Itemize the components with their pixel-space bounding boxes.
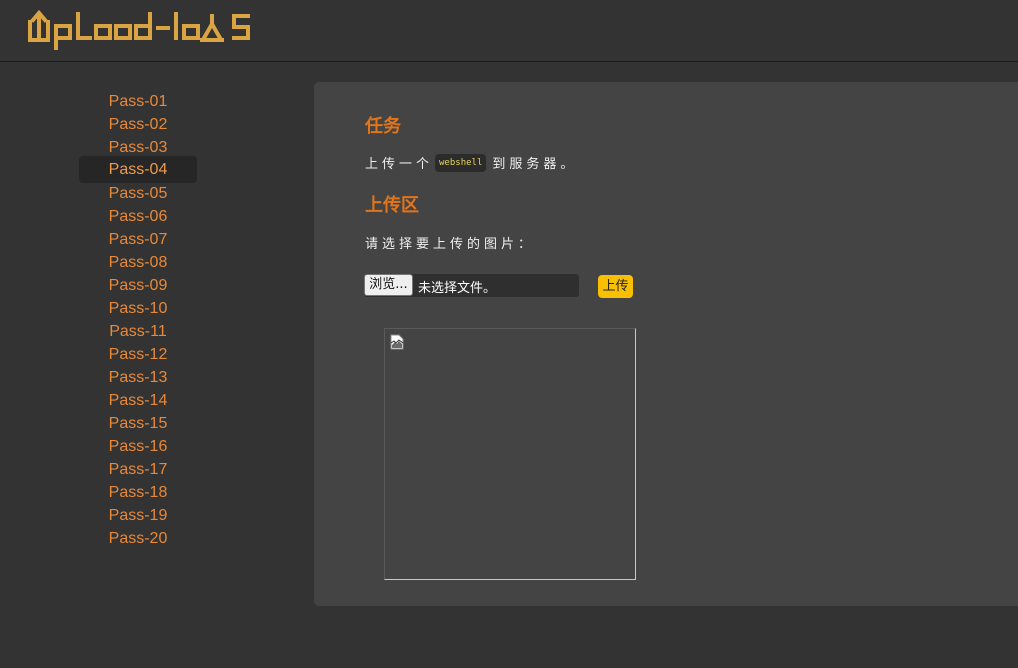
sidebar-item-pass-08[interactable]: Pass-08 [79, 250, 197, 273]
upload-labs-logo [28, 9, 250, 50]
sidebar-item-pass-05[interactable]: Pass-05 [79, 181, 197, 204]
pass-sidebar: Pass-01 Pass-02 Pass-03 Pass-04 Pass-05 Pass-… [79, 89, 197, 549]
sidebar-item-pass-01[interactable]: Pass-01 [79, 89, 197, 112]
sidebar-item-pass-20[interactable]: Pass-20 [79, 526, 197, 549]
sidebar-item-pass-19[interactable]: Pass-19 [79, 503, 197, 526]
task-description: 上传一个 webshell 到服务器。 [365, 153, 577, 172]
task-text-after: 到服务器。 [492, 157, 578, 172]
sidebar-item-pass-12[interactable]: Pass-12 [79, 342, 197, 365]
upload-button[interactable]: 上传 [598, 275, 633, 298]
upload-prompt: 请选择要上传的图片： [365, 237, 536, 252]
sidebar-item-pass-10[interactable]: Pass-10 [79, 296, 197, 319]
sidebar-item-pass-09[interactable]: Pass-09 [79, 273, 197, 296]
sidebar-item-pass-06[interactable]: Pass-06 [79, 204, 197, 227]
file-input[interactable]: 浏览... 未选择文件。 [364, 274, 579, 297]
sidebar-item-pass-17[interactable]: Pass-17 [79, 457, 197, 480]
top-header [0, 0, 1018, 62]
sidebar-item-pass-14[interactable]: Pass-14 [79, 388, 197, 411]
sidebar-item-pass-18[interactable]: Pass-18 [79, 480, 197, 503]
browse-button[interactable]: 浏览... [364, 274, 413, 296]
sidebar-item-pass-07[interactable]: Pass-07 [79, 227, 197, 250]
file-status-text: 未选择文件。 [418, 281, 497, 296]
webshell-code: webshell [435, 153, 487, 172]
sidebar-item-pass-11[interactable]: Pass-11 [79, 319, 197, 342]
image-preview [384, 328, 636, 580]
sidebar-item-pass-04[interactable]: Pass-04 [79, 156, 197, 183]
sidebar-item-pass-16[interactable]: Pass-16 [79, 434, 197, 457]
sidebar-item-pass-15[interactable]: Pass-15 [79, 411, 197, 434]
main-panel: 任务 上传一个 webshell 到服务器。 上传区 请选择要上传的图片： 浏览… [314, 82, 1018, 606]
upload-area-title: 上传区 [365, 195, 419, 216]
task-title: 任务 [365, 116, 401, 137]
sidebar-item-pass-13[interactable]: Pass-13 [79, 365, 197, 388]
task-text-before: 上传一个 [365, 157, 434, 172]
broken-image-icon [390, 334, 404, 350]
sidebar-item-pass-03[interactable]: Pass-03 [79, 135, 197, 158]
sidebar-item-pass-02[interactable]: Pass-02 [79, 112, 197, 135]
